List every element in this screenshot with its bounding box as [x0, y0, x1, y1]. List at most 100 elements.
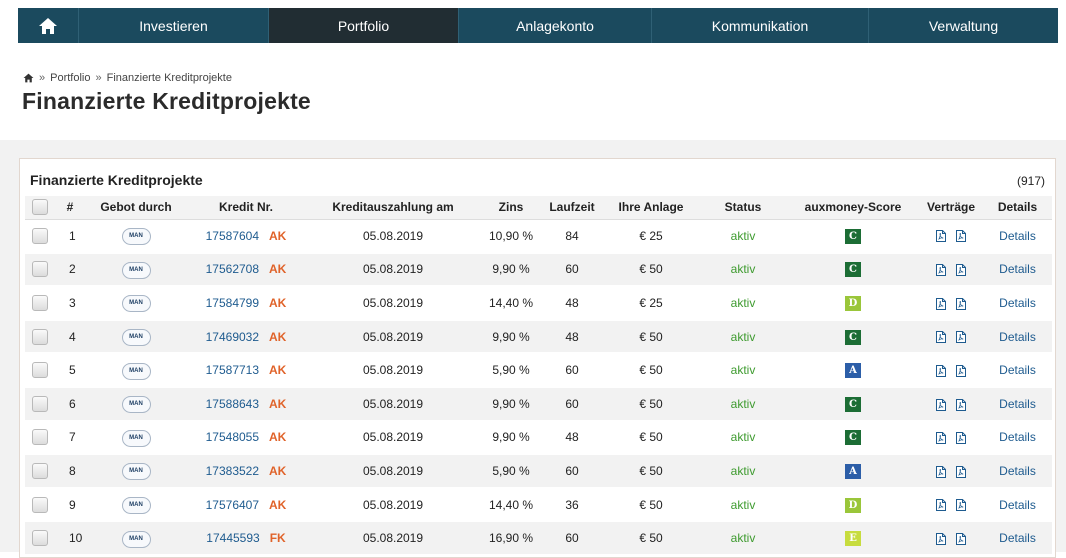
pdf-file-icon[interactable]: [936, 297, 947, 310]
bid-cell: MAN: [85, 453, 187, 489]
col-header-kredit[interactable]: Kredit Nr.: [187, 196, 305, 220]
row-select-cell: [25, 285, 55, 321]
details-link[interactable]: Details: [999, 363, 1036, 377]
zins-value: 16,90 %: [481, 520, 541, 556]
col-header-anlage[interactable]: Ihre Anlage: [603, 196, 699, 220]
select-all-checkbox[interactable]: [32, 199, 48, 216]
pdf-file-icon[interactable]: [936, 398, 947, 411]
col-header-score[interactable]: auxmoney-Score: [787, 196, 919, 220]
row-checkbox[interactable]: [32, 395, 48, 412]
kredit-link[interactable]: 17576407: [206, 498, 259, 512]
table-row: 8 MAN 17383522 AK 05.08.2019 5,90 % 60 € …: [25, 453, 1052, 489]
details-link[interactable]: Details: [999, 531, 1036, 545]
pdf-file-icon[interactable]: [955, 297, 966, 310]
auszahlung-date: 05.08.2019: [305, 319, 481, 355]
nav-item-portfolio[interactable]: Portfolio: [269, 8, 459, 43]
kredit-link[interactable]: 17562708: [206, 262, 259, 276]
details-link[interactable]: Details: [999, 262, 1036, 276]
kredit-link[interactable]: 17445593: [206, 531, 259, 545]
kredit-type: AK: [269, 295, 287, 310]
table-row: 10 MAN 17445593 FK 05.08.2019 16,90 % 60 …: [25, 520, 1052, 556]
auszahlung-date: 05.08.2019: [305, 252, 481, 288]
bid-cell: MAN: [85, 319, 187, 355]
row-checkbox[interactable]: [32, 328, 48, 345]
row-checkbox[interactable]: [32, 496, 48, 513]
pdf-file-icon[interactable]: [936, 264, 947, 277]
row-checkbox[interactable]: [32, 462, 48, 479]
pdf-file-icon[interactable]: [955, 532, 966, 545]
col-header-gebot[interactable]: Gebot durch: [85, 196, 187, 220]
kredit-link[interactable]: 17548055: [206, 430, 259, 444]
kredit-cell: 17576407 AK: [187, 487, 305, 523]
row-checkbox[interactable]: [32, 261, 48, 278]
row-checkbox[interactable]: [32, 294, 48, 311]
pdf-file-icon[interactable]: [936, 230, 947, 243]
details-link[interactable]: Details: [999, 397, 1036, 411]
pdf-file-icon[interactable]: [936, 465, 947, 478]
row-select-cell: [25, 386, 55, 422]
col-header-laufzeit[interactable]: Laufzeit: [541, 196, 603, 220]
auszahlung-date: 05.08.2019: [305, 487, 481, 523]
bid-badge: MAN: [121, 429, 151, 447]
nav-home[interactable]: [18, 8, 79, 43]
auszahlung-date: 05.08.2019: [305, 352, 481, 388]
pdf-file-icon[interactable]: [936, 532, 947, 545]
row-checkbox[interactable]: [32, 429, 48, 446]
row-select-cell: [25, 487, 55, 523]
kredit-type: AK: [269, 262, 287, 277]
col-header-number[interactable]: #: [55, 196, 85, 220]
table-row: 4 MAN 17469032 AK 05.08.2019 9,90 % 48 € …: [25, 319, 1052, 355]
pdf-file-icon[interactable]: [955, 264, 966, 277]
status-badge: aktiv: [730, 497, 756, 512]
kredit-link[interactable]: 17588643: [206, 397, 259, 411]
row-checkbox[interactable]: [32, 530, 48, 547]
details-link[interactable]: Details: [999, 430, 1036, 444]
kredit-link[interactable]: 17469032: [206, 330, 259, 344]
details-link[interactable]: Details: [999, 464, 1036, 478]
col-header-auszahlung[interactable]: Kreditauszahlung am: [305, 196, 481, 220]
kredit-cell: 17587713 AK: [187, 352, 305, 388]
nav-item-verwaltung[interactable]: Verwaltung: [869, 8, 1058, 43]
anlage-value: € 50: [603, 453, 699, 489]
kredit-link[interactable]: 17383522: [206, 464, 259, 478]
details-link[interactable]: Details: [999, 229, 1036, 243]
bid-badge: MAN: [121, 295, 151, 313]
pdf-file-icon[interactable]: [955, 432, 966, 445]
pdf-file-icon[interactable]: [936, 331, 947, 344]
pdf-file-icon[interactable]: [955, 230, 966, 243]
kredit-link[interactable]: 17584799: [206, 296, 259, 310]
nav-item-kommunikation[interactable]: Kommunikation: [652, 8, 869, 43]
kredit-link[interactable]: 17587604: [206, 229, 259, 243]
row-number: 9: [55, 487, 85, 523]
col-header-zins[interactable]: Zins: [481, 196, 541, 220]
kredit-link[interactable]: 17587713: [206, 363, 259, 377]
nav-item-investieren[interactable]: Investieren: [79, 8, 269, 43]
auszahlung-date: 05.08.2019: [305, 420, 481, 456]
table-row: 5 MAN 17587713 AK 05.08.2019 5,90 % 60 € …: [25, 352, 1052, 388]
row-number: 4: [55, 319, 85, 355]
score-badge: D: [845, 295, 861, 311]
pdf-file-icon[interactable]: [936, 365, 947, 377]
col-header-status[interactable]: Status: [699, 196, 787, 220]
details-link[interactable]: Details: [999, 296, 1036, 310]
zins-value: 9,90 %: [481, 386, 541, 422]
pdf-file-icon[interactable]: [936, 499, 947, 512]
auszahlung-date: 05.08.2019: [305, 386, 481, 422]
pdf-file-icon[interactable]: [955, 398, 966, 411]
nav-item-anlagekonto[interactable]: Anlagekonto: [459, 8, 652, 43]
row-checkbox[interactable]: [32, 362, 48, 379]
pdf-file-icon[interactable]: [955, 365, 966, 377]
pdf-file-icon[interactable]: [955, 465, 966, 478]
details-cell: Details: [983, 520, 1052, 556]
details-link[interactable]: Details: [999, 330, 1036, 344]
pdf-file-icon[interactable]: [955, 499, 966, 512]
pdf-file-icon[interactable]: [955, 331, 966, 344]
home-icon[interactable]: [23, 73, 34, 83]
pdf-file-icon[interactable]: [936, 432, 947, 445]
details-link[interactable]: Details: [999, 498, 1036, 512]
row-checkbox[interactable]: [32, 227, 48, 244]
breadcrumb-portfolio[interactable]: Portfolio: [50, 72, 90, 84]
auszahlung-date: 05.08.2019: [305, 453, 481, 489]
score-badge: C: [845, 396, 861, 412]
kredit-type: AK: [269, 363, 287, 378]
